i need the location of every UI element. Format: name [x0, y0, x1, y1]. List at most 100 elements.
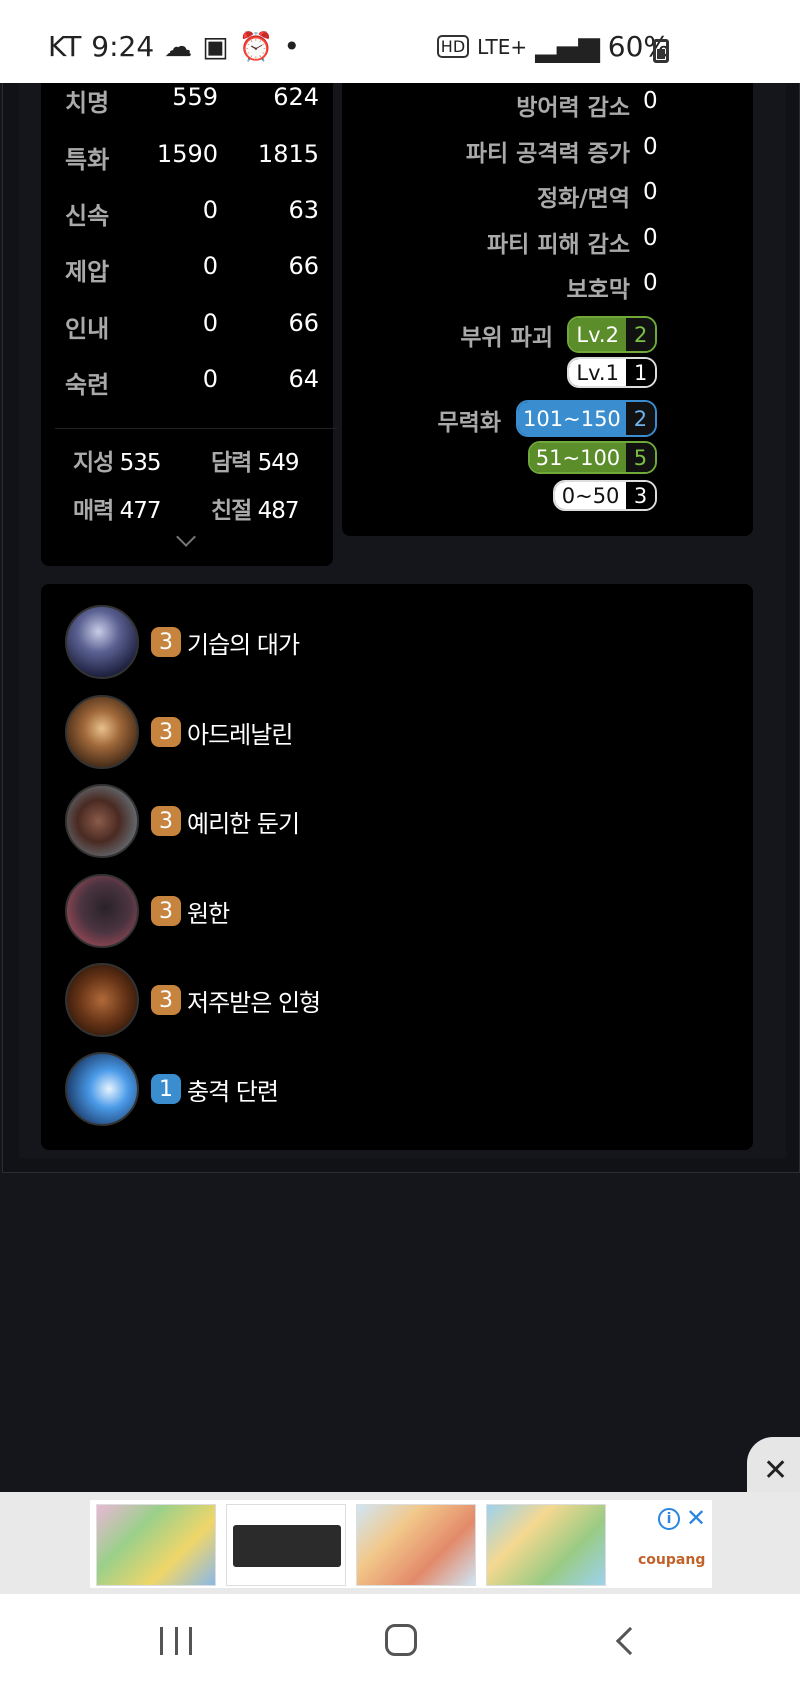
cursed-doll-icon [65, 963, 139, 1037]
attribute-charm: 매력 477 [73, 491, 162, 525]
attribute-kindness: 친절 487 [211, 491, 300, 525]
ad-info-icon[interactable]: i [658, 1508, 680, 1530]
engraving-name: 예리한 둔기 [187, 809, 300, 838]
stat-base: 0 [202, 196, 218, 224]
engraving-item[interactable]: 3 기습의 대가 [65, 604, 300, 680]
engraving-item[interactable]: 3 원한 [65, 873, 230, 949]
stat-total: 66 [288, 252, 319, 280]
effect-value: 0 [643, 225, 658, 251]
battery-icon [653, 39, 669, 63]
stat-total: 64 [288, 365, 319, 393]
stat-total: 1815 [257, 140, 319, 168]
engraving-item[interactable]: 1 충격 단련 [65, 1051, 279, 1127]
ad-product-world-map-icon[interactable] [486, 1504, 606, 1586]
badge-count: 2 [626, 318, 655, 351]
engraving-name: 아드레날린 [187, 720, 293, 749]
clock: 9:24 [91, 30, 155, 63]
burst-figure-icon [65, 695, 139, 769]
engraving-level-badge: 3 [151, 717, 181, 747]
stagger-badge-0-50: 0~50 3 [553, 480, 657, 511]
stat-name: 특화 [65, 146, 110, 174]
recent-apps-icon[interactable] [160, 1627, 192, 1657]
status-left: KT 9:24 ☁ ▣ ⏰ • [48, 30, 300, 63]
badge-label: 101~150 [518, 402, 626, 435]
home-icon[interactable] [385, 1624, 417, 1656]
badge-count: 1 [626, 359, 655, 386]
carrier-label: KT [48, 30, 82, 63]
effect-value: 0 [643, 270, 658, 296]
stat-name: 숙련 [65, 371, 110, 399]
hooded-figure-icon [65, 605, 139, 679]
ad-banner[interactable]: i ✕ coupang [0, 1492, 800, 1594]
stat-base: 1590 [156, 140, 218, 168]
ad-content[interactable]: i ✕ coupang [90, 1500, 712, 1588]
engraving-level-badge: 3 [151, 627, 181, 657]
engraving-item[interactable]: 3 저주받은 인형 [65, 962, 321, 1038]
ad-brand-logo: coupang [638, 1552, 706, 1568]
part-break-badge-lv1: Lv.1 1 [567, 357, 657, 388]
attribute-name: 지성 [73, 450, 114, 476]
stat-row-expertise: 숙련 0 64 [41, 365, 333, 405]
attribute-courage: 담력 549 [211, 443, 300, 477]
cloud-icon: ☁ [164, 30, 193, 63]
close-icon[interactable]: ✕ [763, 1453, 788, 1488]
effect-shield: 보호막 [566, 277, 630, 303]
effect-value: 0 [643, 179, 658, 205]
attribute-value: 535 [119, 450, 162, 476]
stat-base: 559 [172, 83, 218, 111]
badge-count: 3 [626, 482, 655, 509]
engravings-panel: 3 기습의 대가 3 아드레날린 3 예리한 둔기 3 원한 3 저주받은 인형… [41, 584, 753, 1150]
badge-count: 2 [625, 402, 655, 435]
stat-row-domination: 제압 0 66 [41, 252, 333, 292]
badge-label: 0~50 [555, 482, 627, 509]
engraving-level-badge: 3 [151, 896, 181, 926]
stat-row-crit: 치명 559 624 [41, 83, 333, 123]
stat-row-specialization: 특화 1590 1815 [41, 140, 333, 180]
signal-icon: ▂▄▆ [535, 30, 600, 63]
stat-base: 0 [202, 365, 218, 393]
part-break-badge-lv2: Lv.2 2 [567, 316, 657, 353]
stat-total: 66 [288, 309, 319, 337]
part-break-label: 부위 파괴 [460, 325, 553, 351]
app-notification-icon: ▣ [202, 30, 229, 63]
stat-row-swiftness: 신속 0 63 [41, 196, 333, 236]
stat-base: 0 [202, 252, 218, 280]
engraving-item[interactable]: 3 아드레날린 [65, 694, 293, 770]
stat-name: 제압 [65, 258, 110, 286]
status-right: HD LTE+ ▂▄▆ 60% [436, 30, 670, 63]
badge-label: Lv.2 [569, 318, 627, 351]
stagger-label: 무력화 [437, 410, 501, 436]
effect-value: 0 [643, 88, 658, 114]
combat-stats-panel: 치명 559 624 특화 1590 1815 신속 0 63 제압 0 66 … [41, 83, 337, 566]
stat-row-endurance: 인내 0 66 [41, 309, 333, 349]
engraving-name: 기습의 대가 [187, 630, 300, 659]
attribute-name: 친절 [211, 498, 252, 524]
stat-total: 624 [273, 83, 319, 111]
ad-dismiss-icon[interactable]: ✕ [686, 1504, 706, 1532]
ad-product-keyboard-icon[interactable] [226, 1504, 346, 1586]
system-nav-bar [0, 1594, 800, 1689]
ad-close-tab[interactable]: ✕ [747, 1437, 800, 1497]
effect-value: 0 [643, 134, 658, 160]
attribute-value: 549 [257, 450, 300, 476]
ad-product-map-icon[interactable] [96, 1504, 216, 1586]
engraving-item[interactable]: 3 예리한 둔기 [65, 783, 300, 859]
effect-party-attack: 파티 공격력 증가 [465, 141, 630, 167]
stat-name: 신속 [65, 202, 110, 230]
effect-defense-reduction: 방어력 감소 [516, 95, 630, 121]
stat-name: 치명 [65, 89, 110, 117]
attribute-value: 487 [257, 498, 300, 524]
network-label: LTE+ [477, 34, 528, 59]
dot-icon: • [283, 30, 301, 63]
attribute-value: 477 [119, 498, 162, 524]
back-icon[interactable] [615, 1626, 645, 1656]
engraving-name: 충격 단련 [187, 1077, 279, 1106]
badge-count: 5 [625, 443, 655, 472]
ad-product-island-map-icon[interactable] [356, 1504, 476, 1586]
status-bar: KT 9:24 ☁ ▣ ⏰ • HD LTE+ ▂▄▆ 60% [0, 0, 800, 83]
attribute-name: 담력 [211, 450, 252, 476]
effect-party-damage-reduction: 파티 피해 감소 [487, 232, 630, 258]
badge-label: 51~100 [530, 443, 626, 472]
engraving-level-badge: 3 [151, 806, 181, 836]
energy-fighter-icon [65, 1052, 139, 1126]
